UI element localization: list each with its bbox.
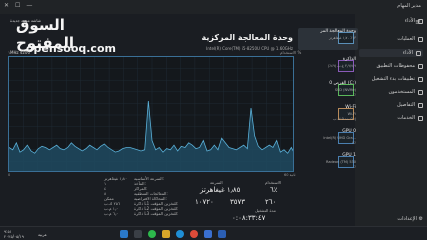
puzzle-icon	[418, 115, 423, 121]
window-title: مدير المهام	[397, 3, 421, 9]
device-sub2: ٠٪	[352, 93, 356, 97]
stat-uptime-label: مدة التشغيل	[255, 208, 276, 213]
folder-icon[interactable]	[162, 230, 170, 238]
stat-speed-value: ١٫٨٥ غيغاهرتز	[200, 186, 241, 194]
grid-icon	[418, 36, 423, 42]
taskbar: ٩:٥١ ٢٠٢٥/٠٥/١٩ عربية	[0, 226, 427, 240]
device-sub: SSD (NVMe)	[334, 88, 356, 92]
device-memory[interactable]: الذاكرة ٣٫٩/٧٫٩ غ.ب (٤٩٪)	[298, 56, 358, 78]
device-label: Wi-Fi	[345, 105, 356, 110]
whatsapp-icon[interactable]	[148, 230, 156, 238]
device-sub: ٣٫٩/٧٫٩ غ.ب (٤٩٪)	[327, 64, 356, 68]
nav-item-label: الخدمات	[397, 115, 415, 121]
nav-item-label: محفوظات التطبيق	[376, 63, 415, 69]
device-sub: ١٣٪ ١٫٧٠ غيغاهرتز	[329, 36, 356, 40]
gear-icon: ⚙	[418, 216, 423, 222]
device-label: GPU 0	[342, 129, 356, 134]
nav-item-label: المستخدمون	[388, 89, 415, 95]
stat-uptime-value: ٠:٠٨:٣٣:٤٧	[232, 214, 266, 222]
device-sub: Radeon (TM) 530	[325, 160, 356, 164]
nav-item-label: التفاصيل	[396, 102, 415, 108]
device-disk[interactable]: القرص 0 (C:) SSD (NVMe) ٠٪	[298, 80, 358, 102]
cpu-usage-chart	[8, 56, 294, 172]
nav-item-app-history[interactable]: محفوظات التطبيق	[359, 63, 423, 69]
nav-item-label: الأداء	[402, 50, 413, 56]
nav-item-performance[interactable]: الأداء	[359, 49, 423, 57]
rocket-icon	[418, 76, 423, 82]
nav-item-label: تطبيقات بدء التشغيل	[371, 76, 415, 82]
stat-utilization-label: الاستخدام	[265, 180, 282, 185]
nav-item-services[interactable]: الخدمات	[359, 115, 423, 121]
nav-item-users[interactable]: المستخدمون	[359, 89, 423, 95]
users-icon	[418, 89, 423, 95]
device-wifi[interactable]: Wi-Fi Wi-Fi إ: 0 ت: 0 ك.ب	[298, 104, 358, 126]
settings-button[interactable]: الإعدادات ⚙	[397, 216, 423, 222]
search-icon	[418, 18, 423, 24]
stat-processes-value: ٢٦٠	[265, 198, 277, 206]
chart-metric-label: الاستخدام %	[280, 50, 302, 55]
chrome-icon[interactable]	[190, 230, 198, 238]
list-icon	[418, 102, 423, 108]
nav-item-details[interactable]: التفاصيل	[359, 102, 423, 108]
device-gpu1[interactable]: GPU 1 Radeon (TM) 530 ٠٪	[298, 152, 358, 174]
page-title: وحدة المعالجة المركزية	[201, 33, 293, 42]
device-gpu0[interactable]: GPU 0 Intel(R) UHD Gra... ٢٪	[298, 128, 358, 150]
title-bar: ✕ ☐ — مدير المهام	[0, 0, 427, 14]
stat-detail-label: ذاكرة L3 للتخزين المؤقت:	[134, 211, 179, 216]
settings-label: الإعدادات	[397, 216, 417, 222]
stat-threads-value: ٣٥٧٣	[230, 198, 246, 206]
device-sub2: ٢٪	[352, 141, 356, 145]
nav-item-search[interactable]: الأداء	[359, 18, 423, 24]
maximize-icon[interactable]: ☐	[15, 2, 20, 9]
stat-speed-label: السرعة	[210, 180, 223, 185]
stat-detail-value: ١٫٨٠ غيغاهرتز	[104, 176, 128, 181]
stat-detail-value: ٦٫٠ م.ب	[104, 211, 119, 216]
chart-x-min: 0	[8, 173, 11, 177]
device-sub2: ٠٪	[352, 165, 356, 169]
nav-item-label: العمليات	[397, 36, 415, 42]
taskbar-language[interactable]: عربية	[38, 232, 47, 237]
stat-handles-value: ١٠٧٢٠	[195, 198, 214, 206]
window-controls: ✕ ☐ —	[4, 2, 32, 9]
close-icon[interactable]: ✕	[4, 2, 9, 9]
chart-icon	[416, 50, 421, 56]
store-icon[interactable]	[204, 230, 212, 238]
minimize-icon[interactable]: —	[26, 2, 32, 9]
device-label: GPU 1	[342, 153, 356, 158]
watermark-latin: opensooq.com	[26, 42, 116, 55]
nav-item-label: الأداء	[404, 18, 415, 24]
device-label: وحدة المعالجة المر	[320, 29, 356, 34]
device-sub: Wi-Fi	[347, 112, 356, 116]
device-cpu[interactable]: وحدة المعالجة المر ١٣٪ ١٫٧٠ غيغاهرتز	[298, 28, 358, 50]
search-icon[interactable]	[134, 230, 142, 238]
device-sub: Intel(R) UHD Gra...	[323, 136, 356, 140]
word-icon[interactable]	[218, 230, 226, 238]
windows-icon[interactable]	[120, 230, 128, 238]
device-sub2: إ: 0 ت: 0 ك.ب	[333, 117, 356, 121]
taskbar-date[interactable]: ٢٠٢٥/٠٥/١٩	[4, 234, 24, 239]
device-label: القرص 0 (C:)	[329, 81, 356, 86]
chart-svg	[9, 57, 293, 171]
side-navigation: ≡ الأداء العمليات الأداء محفوظات التطبيق…	[355, 14, 427, 226]
device-label: الذاكرة	[342, 57, 356, 62]
edge-icon[interactable]	[176, 230, 184, 238]
stat-utilization-value: ٦٪	[270, 186, 278, 194]
chart-x-max: 60 ثانية	[284, 173, 296, 177]
history-icon	[418, 63, 423, 69]
nav-item-processes[interactable]: العمليات	[359, 36, 423, 42]
nav-item-startup-apps[interactable]: تطبيقات بدء التشغيل	[359, 76, 423, 82]
chart-max-label: ١٠٠٪	[8, 50, 17, 55]
